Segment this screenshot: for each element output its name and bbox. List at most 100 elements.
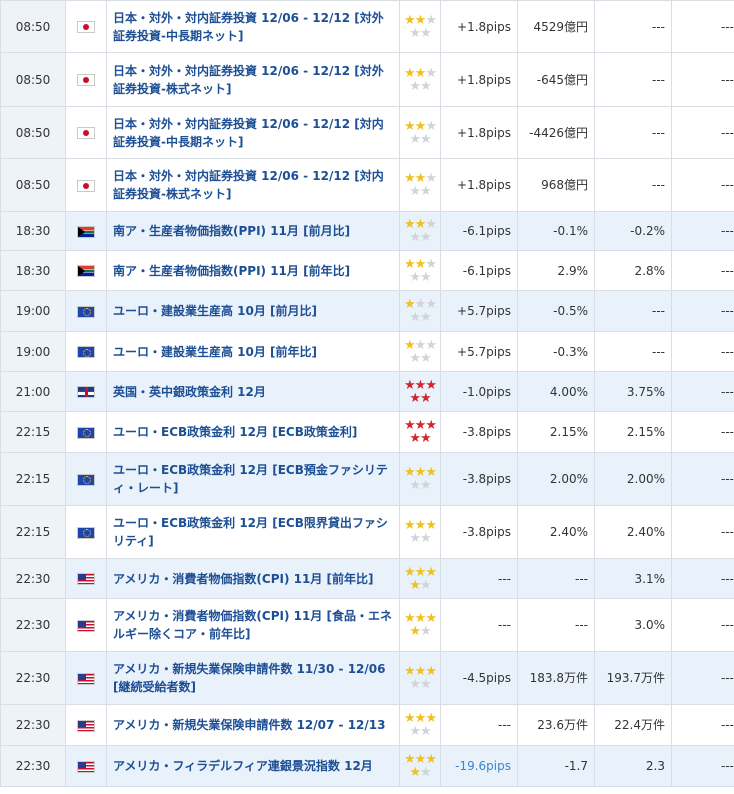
- calendar-row: 22:30 アメリカ・消費者物価指数(CPI) 11月 [食品・エネルギー除くコ…: [0, 598, 734, 652]
- actual-value: ---: [671, 331, 734, 372]
- event-name-link[interactable]: 日本・対外・対内証券投資 12/06 - 12/12 [対内証券投資-中長期ネッ…: [106, 106, 400, 159]
- star-icon: ★: [420, 184, 432, 199]
- previous-value: 2.40%: [517, 505, 595, 559]
- forecast-value: 22.4万件: [594, 704, 672, 746]
- event-name-link[interactable]: 日本・対外・対内証券投資 12/06 - 12/12 [対内証券投資-株式ネット…: [106, 158, 400, 212]
- star-icon: ★: [420, 350, 432, 366]
- country-flag-cell: [65, 745, 107, 787]
- actual-value: ---: [671, 558, 734, 599]
- flag-gb-icon: [77, 386, 95, 398]
- actual-value: ---: [671, 411, 734, 453]
- previous-value: -0.5%: [517, 290, 595, 332]
- calendar-row: 19:00 ユーロ・建設業生産高 10月 [前月比] ★★★ ★★ +5.7pip…: [0, 290, 734, 332]
- event-time: 22:15: [0, 505, 66, 559]
- star-icon: ★: [420, 765, 432, 780]
- country-flag-cell: [65, 0, 107, 53]
- event-name-link[interactable]: アメリカ・消費者物価指数(CPI) 11月 [前年比]: [106, 558, 400, 599]
- previous-value: 2.9%: [517, 250, 595, 291]
- pips-change: -3.8pips: [440, 411, 518, 453]
- actual-value: ---: [671, 250, 734, 291]
- event-name-link[interactable]: ユーロ・建設業生産高 10月 [前月比]: [106, 290, 400, 332]
- importance-stars: ★★★ ★★: [399, 745, 441, 787]
- country-flag-cell: [65, 52, 107, 107]
- star-icon: ★: [420, 577, 432, 593]
- pips-change: ---: [440, 704, 518, 746]
- event-time: 08:50: [0, 106, 66, 159]
- importance-stars: ★★★ ★★: [399, 211, 441, 251]
- forecast-value: 3.75%: [594, 371, 672, 412]
- importance-stars: ★★★ ★★: [399, 651, 441, 705]
- country-flag-cell: [65, 411, 107, 453]
- previous-value: ---: [517, 598, 595, 652]
- event-time: 22:30: [0, 558, 66, 599]
- flag-us-icon: [77, 719, 95, 732]
- event-name-link[interactable]: ユーロ・ECB政策金利 12月 [ECB預金ファシリティ・レート]: [106, 452, 400, 506]
- star-icon: ★: [420, 131, 432, 147]
- flag-jp-icon: [77, 179, 95, 192]
- pips-change: -6.1pips: [440, 211, 518, 251]
- event-name-link[interactable]: アメリカ・消費者物価指数(CPI) 11月 [食品・エネルギー除くコア・前年比]: [106, 598, 400, 652]
- calendar-row: 18:30 南ア・生産者物価指数(PPI) 11月 [前月比] ★★★ ★★ -6…: [0, 211, 734, 251]
- event-name-link[interactable]: アメリカ・フィラデルフィア連銀景況指数 12月: [106, 745, 400, 787]
- actual-value: ---: [671, 0, 734, 53]
- importance-stars: ★★★ ★★: [399, 598, 441, 652]
- star-icon: ★: [409, 184, 421, 199]
- event-name-link[interactable]: 南ア・生産者物価指数(PPI) 11月 [前月比]: [106, 211, 400, 251]
- importance-stars: ★★★ ★★: [399, 106, 441, 159]
- forecast-value: 2.15%: [594, 411, 672, 453]
- event-name-link[interactable]: ユーロ・ECB政策金利 12月 [ECB政策金利]: [106, 411, 400, 453]
- forecast-value: ---: [594, 158, 672, 212]
- event-time: 22:30: [0, 704, 66, 746]
- event-name-link[interactable]: ユーロ・ECB政策金利 12月 [ECB限界貸出ファシリティ]: [106, 505, 400, 559]
- country-flag-cell: [65, 250, 107, 291]
- economic-calendar-table: 08:50 日本・対外・対内証券投資 12/06 - 12/12 [対外証券投資…: [0, 0, 734, 787]
- star-icon: ★: [409, 724, 421, 739]
- star-icon: ★: [409, 131, 421, 147]
- event-name-link[interactable]: 南ア・生産者物価指数(PPI) 11月 [前年比]: [106, 250, 400, 291]
- event-time: 21:00: [0, 371, 66, 412]
- event-name-link[interactable]: ユーロ・建設業生産高 10月 [前年比]: [106, 331, 400, 372]
- event-name-link[interactable]: アメリカ・新規失業保険申請件数 12/07 - 12/13: [106, 704, 400, 746]
- calendar-row: 22:30 アメリカ・フィラデルフィア連銀景況指数 12月 ★★★ ★★ -19.…: [0, 745, 734, 787]
- importance-stars: ★★★ ★★: [399, 158, 441, 212]
- pips-change: +1.8pips: [440, 52, 518, 107]
- forecast-value: 2.00%: [594, 452, 672, 506]
- previous-value: 183.8万件: [517, 651, 595, 705]
- country-flag-cell: [65, 505, 107, 559]
- importance-stars: ★★★ ★★: [399, 704, 441, 746]
- forecast-value: 2.40%: [594, 505, 672, 559]
- forecast-value: ---: [594, 0, 672, 53]
- importance-stars: ★★★ ★★: [399, 331, 441, 372]
- actual-value: ---: [671, 158, 734, 212]
- flag-eu-icon: [77, 305, 95, 318]
- star-icon: ★: [409, 531, 421, 546]
- country-flag-cell: [65, 371, 107, 412]
- pips-change: +1.8pips: [440, 0, 518, 53]
- pips-change: -4.5pips: [440, 651, 518, 705]
- actual-value: ---: [671, 745, 734, 787]
- event-time: 18:30: [0, 211, 66, 251]
- star-icon: ★: [420, 390, 432, 406]
- pips-change: -6.1pips: [440, 250, 518, 291]
- flag-jp-icon: [77, 127, 95, 139]
- event-name-link[interactable]: 英国・英中銀政策金利 12月: [106, 371, 400, 412]
- pips-change: +5.7pips: [440, 331, 518, 372]
- previous-value: -0.1%: [517, 211, 595, 251]
- event-time: 22:30: [0, 745, 66, 787]
- event-name-link[interactable]: 日本・対外・対内証券投資 12/06 - 12/12 [対外証券投資-中長期ネッ…: [106, 0, 400, 53]
- calendar-row: 22:30 アメリカ・新規失業保険申請件数 12/07 - 12/13 ★★★ ★…: [0, 704, 734, 746]
- star-icon: ★: [420, 269, 432, 285]
- event-name-link[interactable]: アメリカ・新規失業保険申請件数 11/30 - 12/06 [継続受給者数]: [106, 651, 400, 705]
- star-icon: ★: [420, 230, 432, 245]
- flag-us-icon: [77, 619, 95, 632]
- country-flag-cell: [65, 106, 107, 159]
- flag-eu-icon: [77, 473, 95, 486]
- star-icon: ★: [409, 78, 421, 94]
- country-flag-cell: [65, 651, 107, 705]
- importance-stars: ★★★ ★★: [399, 452, 441, 506]
- pips-change: +1.8pips: [440, 106, 518, 159]
- flag-za-icon: [77, 225, 95, 238]
- star-icon: ★: [409, 390, 421, 406]
- country-flag-cell: [65, 452, 107, 506]
- event-name-link[interactable]: 日本・対外・対内証券投資 12/06 - 12/12 [対外証券投資-株式ネット…: [106, 52, 400, 107]
